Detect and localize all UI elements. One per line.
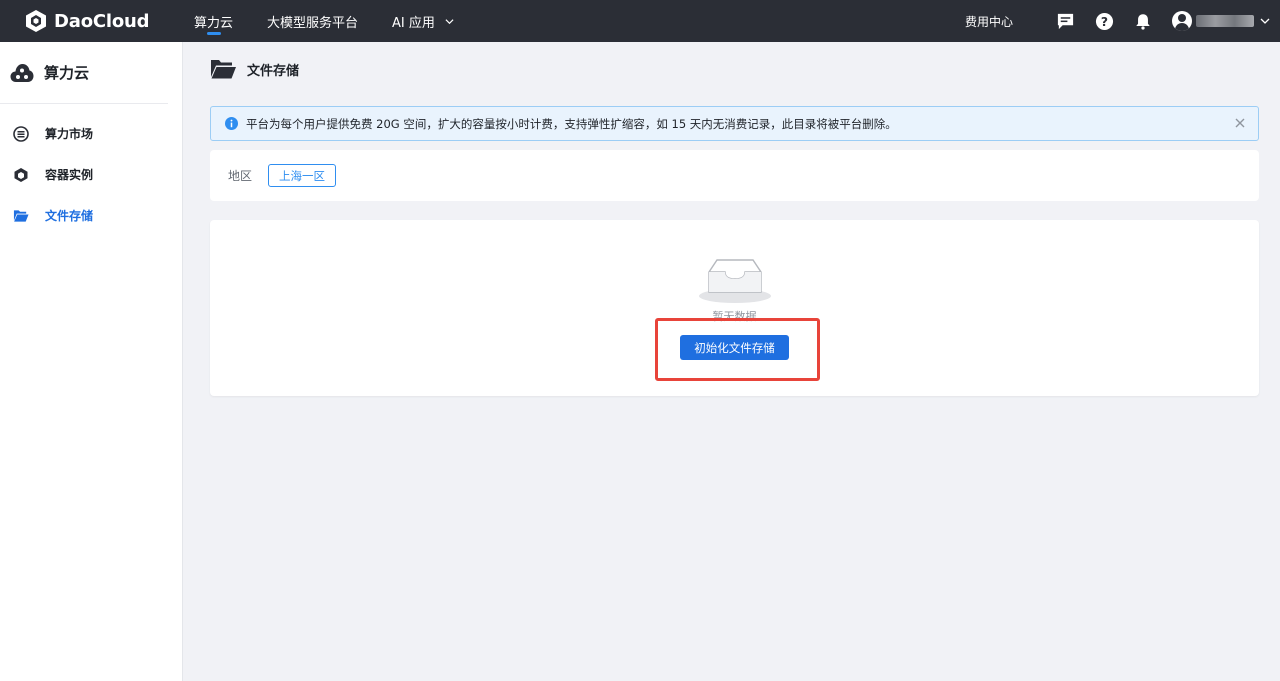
nav-label: 大模型服务平台 [267, 15, 359, 31]
folder-open-icon [211, 60, 236, 79]
top-right-tools: 费用中心 ? [965, 0, 1270, 42]
username-blurred[interactable] [1196, 15, 1254, 27]
close-icon[interactable] [1234, 117, 1246, 129]
info-icon [225, 117, 238, 130]
storage-content-card: 暂无数据 初始化文件存储 [210, 220, 1259, 396]
init-file-storage-button[interactable]: 初始化文件存储 [680, 335, 789, 360]
folder-icon [13, 208, 29, 224]
container-icon [13, 167, 29, 183]
nav-label: AI 应用 [392, 15, 435, 31]
help-icon[interactable]: ? [1094, 11, 1114, 31]
nav-item-ai-apps[interactable]: AI 应用 [392, 0, 454, 42]
sidebar-item-file-storage[interactable]: 文件存储 [0, 195, 182, 236]
sidebar-item-label: 算力市场 [45, 127, 94, 141]
svg-text:?: ? [1100, 14, 1107, 28]
daocloud-logo-icon [26, 10, 46, 32]
market-icon [13, 125, 29, 142]
nav-item-compute-cloud[interactable]: 算力云 [194, 0, 233, 42]
main-content: 文件存储 平台为每个用户提供免费 20G 空间，扩大的容量按小时计费，支持弹性扩… [184, 42, 1280, 681]
sidebar-item-compute-market[interactable]: 算力市场 [0, 113, 182, 154]
empty-inbox-icon [699, 259, 771, 303]
nav-item-llm-platform[interactable]: 大模型服务平台 [267, 0, 358, 42]
chevron-down-icon [445, 18, 454, 24]
region-option-shanghai-1[interactable]: 上海一区 [268, 164, 337, 187]
alert-text: 平台为每个用户提供免费 20G 空间，扩大的容量按小时计费，支持弹性扩缩容，如 … [246, 116, 897, 131]
sidebar-header: 算力云 [0, 42, 168, 104]
sidebar-item-label: 文件存储 [45, 209, 94, 223]
sidebar-menu: 算力市场 容器实例 文件存储 [0, 104, 182, 236]
nav-label: 算力云 [194, 15, 234, 31]
chevron-down-icon[interactable] [1260, 16, 1270, 26]
user-avatar-icon[interactable] [1172, 11, 1192, 31]
message-icon[interactable] [1055, 11, 1075, 31]
sidebar-title: 算力云 [44, 64, 90, 82]
sidebar-item-container-instances[interactable]: 容器实例 [0, 154, 182, 195]
sidebar: 算力云 算力市场 容器实例 文件存储 [0, 42, 183, 681]
empty-state-text: 暂无数据 [712, 310, 757, 323]
main-nav: 算力云 大模型服务平台 AI 应用 [194, 0, 488, 42]
billing-center-link[interactable]: 费用中心 [965, 13, 1013, 30]
info-alert: 平台为每个用户提供免费 20G 空间，扩大的容量按小时计费，支持弹性扩缩容，如 … [210, 106, 1259, 141]
bell-icon[interactable] [1133, 11, 1153, 31]
logo-text: DaoCloud [54, 10, 150, 32]
page-header: 文件存储 [210, 58, 299, 80]
logo[interactable]: DaoCloud [24, 9, 194, 33]
region-label: 地区 [228, 169, 253, 183]
region-selector: 地区 上海一区 [210, 150, 1259, 201]
top-navigation-bar: DaoCloud 算力云 大模型服务平台 AI 应用 费用中心 ? [0, 0, 1280, 42]
cloud-icon [10, 63, 34, 82]
page-title: 文件存储 [247, 63, 300, 79]
sidebar-item-label: 容器实例 [45, 168, 94, 182]
